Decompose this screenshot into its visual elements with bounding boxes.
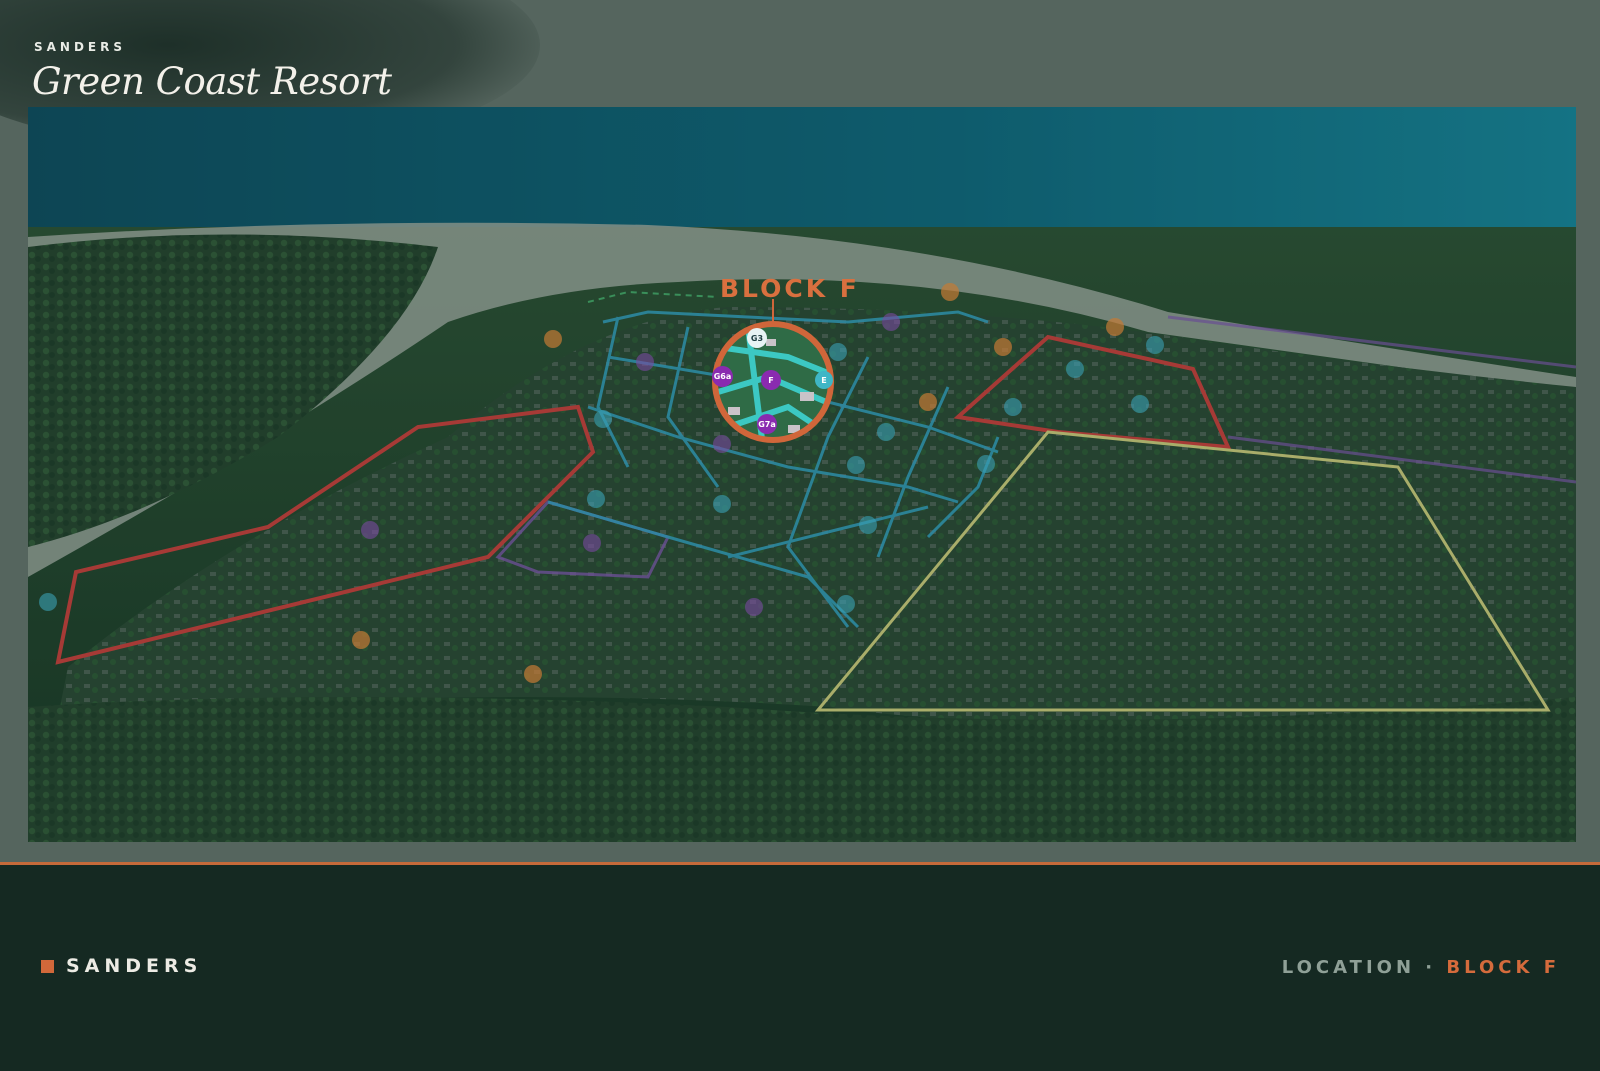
lot-marker-f[interactable]: F [761, 370, 781, 390]
footer-brand: SANDERS [66, 955, 203, 977]
block-highlight-label: BLOCK F [720, 274, 860, 303]
page-title: Green Coast Resort [32, 60, 392, 103]
lot-marker-label: F [768, 375, 774, 385]
site-map[interactable]: G3 G6a F E G7a [28, 107, 1576, 842]
lot-marker-g3[interactable]: G3 [747, 328, 767, 348]
location-label: LOCATION [1281, 957, 1416, 978]
footer: SANDERS LOCATION · BLOCK F [0, 865, 1600, 1071]
brand-square-icon [41, 960, 54, 973]
lot-marker-g7a[interactable]: G7a [757, 414, 777, 434]
lot-marker-label: G6a [713, 372, 732, 381]
header-brand: SANDERS [34, 40, 127, 54]
location-indicator: LOCATION · BLOCK F [1282, 957, 1560, 978]
lot-marker-label: E [821, 375, 827, 385]
lot-marker-label: G7a [758, 419, 776, 429]
location-value: BLOCK F [1446, 957, 1560, 978]
site-map-graphic [28, 107, 1576, 842]
lot-marker-g6a[interactable]: G6a [712, 366, 733, 387]
lot-marker-e[interactable]: E [815, 371, 833, 389]
lot-marker-label: G3 [750, 333, 764, 343]
location-separator: · [1425, 957, 1437, 978]
